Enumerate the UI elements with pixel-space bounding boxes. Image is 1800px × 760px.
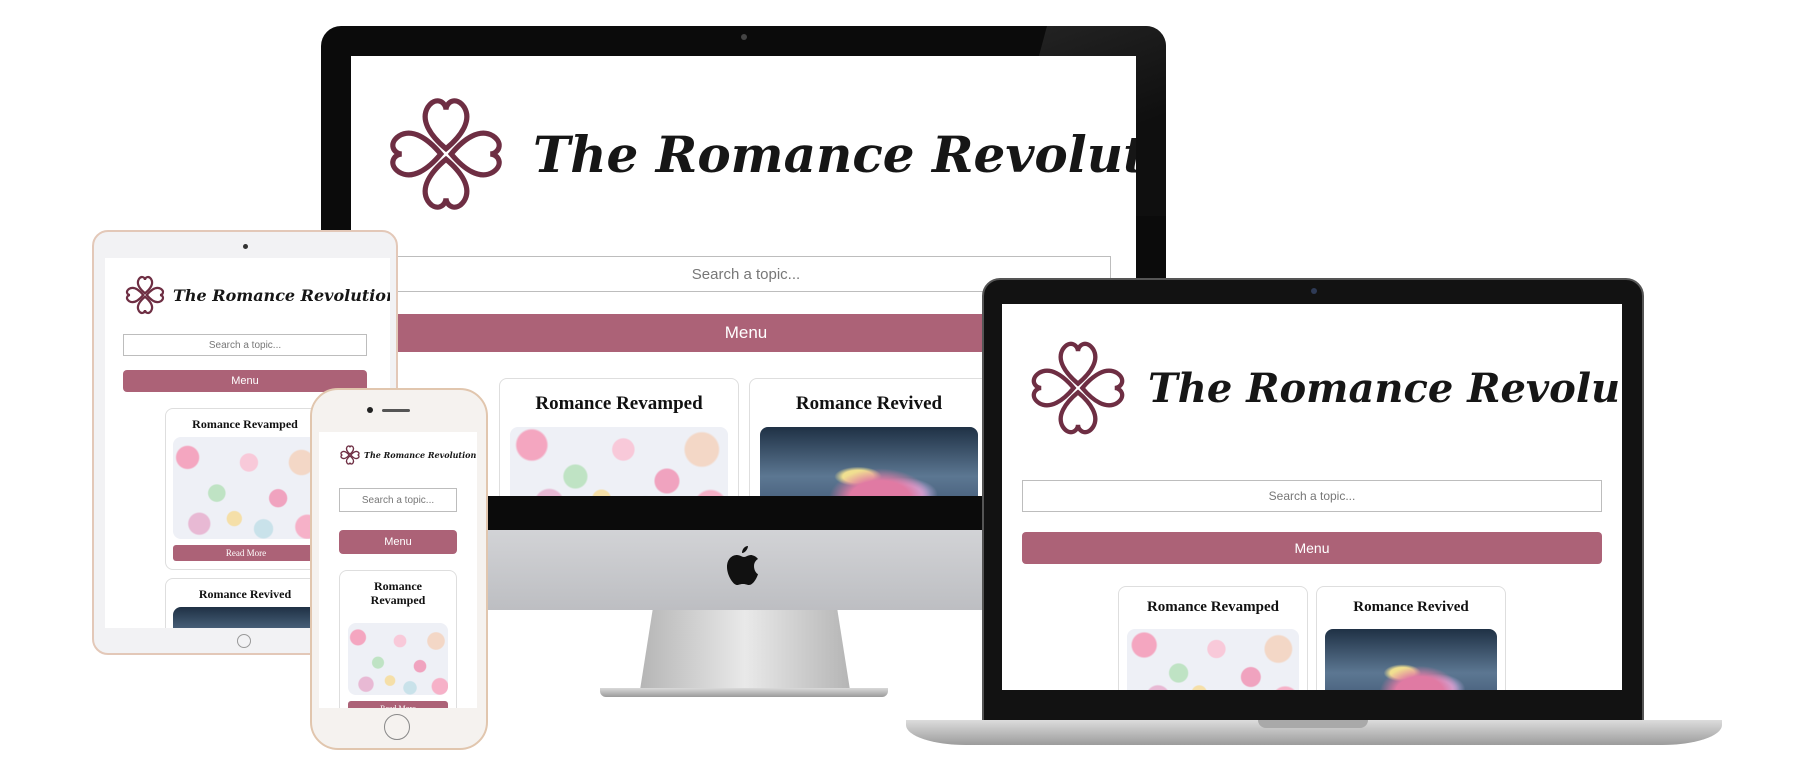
phone-screen: The Romance Revolution Search a topic...…	[319, 432, 477, 708]
heart-clover-logo-icon	[390, 98, 502, 210]
card-romance-revived[interactable]: Romance Revived	[749, 378, 989, 496]
heart-cookies-image	[1127, 629, 1299, 690]
rose-bouquet-image	[173, 607, 319, 628]
speaker-grille	[382, 409, 410, 412]
card-romance-revamped[interactable]: Romance Revamped Read More	[165, 408, 325, 570]
card-romance-revived[interactable]: Romance Revived	[1316, 586, 1506, 690]
card-romance-revamped[interactable]: Romance Revamped	[1118, 586, 1308, 690]
imac-stand	[640, 610, 850, 690]
heart-clover-logo-icon	[125, 275, 165, 315]
heart-clover-logo-icon	[1031, 341, 1125, 435]
imac-foot	[600, 688, 888, 697]
logo-text: The Romance Revolution	[364, 450, 477, 460]
camera-icon	[367, 407, 373, 413]
site-logo: The Romance Revolution	[123, 272, 390, 318]
card-title: Romance Revived	[795, 393, 943, 414]
card-title: Romance Revamped	[192, 417, 298, 431]
search-input[interactable]: Search a topic...	[339, 488, 457, 512]
rose-bouquet-image	[1325, 629, 1497, 690]
camera-icon	[1311, 288, 1317, 294]
laptop-screen: The Romance Revolution Search a topic...…	[1002, 304, 1622, 690]
heart-cookies-image	[173, 437, 319, 539]
heart-clover-logo-icon	[340, 445, 360, 465]
read-more-button[interactable]: Read More	[173, 545, 319, 561]
logo-text: The Romance Revolution	[533, 124, 1136, 184]
camera-icon	[243, 244, 248, 249]
card-title: Romance Revamped	[370, 579, 426, 608]
read-more-button[interactable]: Read More	[348, 701, 448, 708]
camera-icon	[741, 34, 747, 40]
home-button-icon[interactable]	[237, 634, 251, 648]
card-title: Romance Revamped	[535, 393, 703, 414]
card-romance-revived[interactable]: Romance Revived	[165, 578, 325, 628]
site-logo: The Romance Revolution	[381, 84, 1136, 224]
home-button-icon[interactable]	[384, 714, 410, 740]
search-input[interactable]: Search a topic...	[1022, 480, 1602, 512]
laptop-notch	[1258, 720, 1368, 728]
menu-button[interactable]: Menu	[339, 530, 457, 554]
card-title: Romance Revived	[198, 587, 292, 601]
card-romance-revamped[interactable]: Romance Revamped Read More	[339, 570, 457, 708]
site-logo: The Romance Revolution	[1024, 328, 1622, 448]
logo-text: The Romance Revolution	[173, 285, 390, 305]
heart-cookies-image	[510, 427, 728, 496]
heart-cookies-image	[348, 623, 448, 695]
menu-button[interactable]: Menu	[1022, 532, 1602, 564]
logo-text: The Romance Revolution	[1148, 364, 1622, 412]
card-romance-revamped[interactable]: Romance Revamped	[499, 378, 739, 496]
card-title: Romance Revived	[1353, 599, 1469, 615]
apple-logo-icon	[727, 546, 758, 585]
site-logo: The Romance Revolution	[339, 444, 476, 466]
card-title: Romance Revamped	[1146, 599, 1280, 615]
search-input[interactable]: Search a topic...	[123, 334, 367, 356]
rose-bouquet-image	[760, 427, 978, 496]
